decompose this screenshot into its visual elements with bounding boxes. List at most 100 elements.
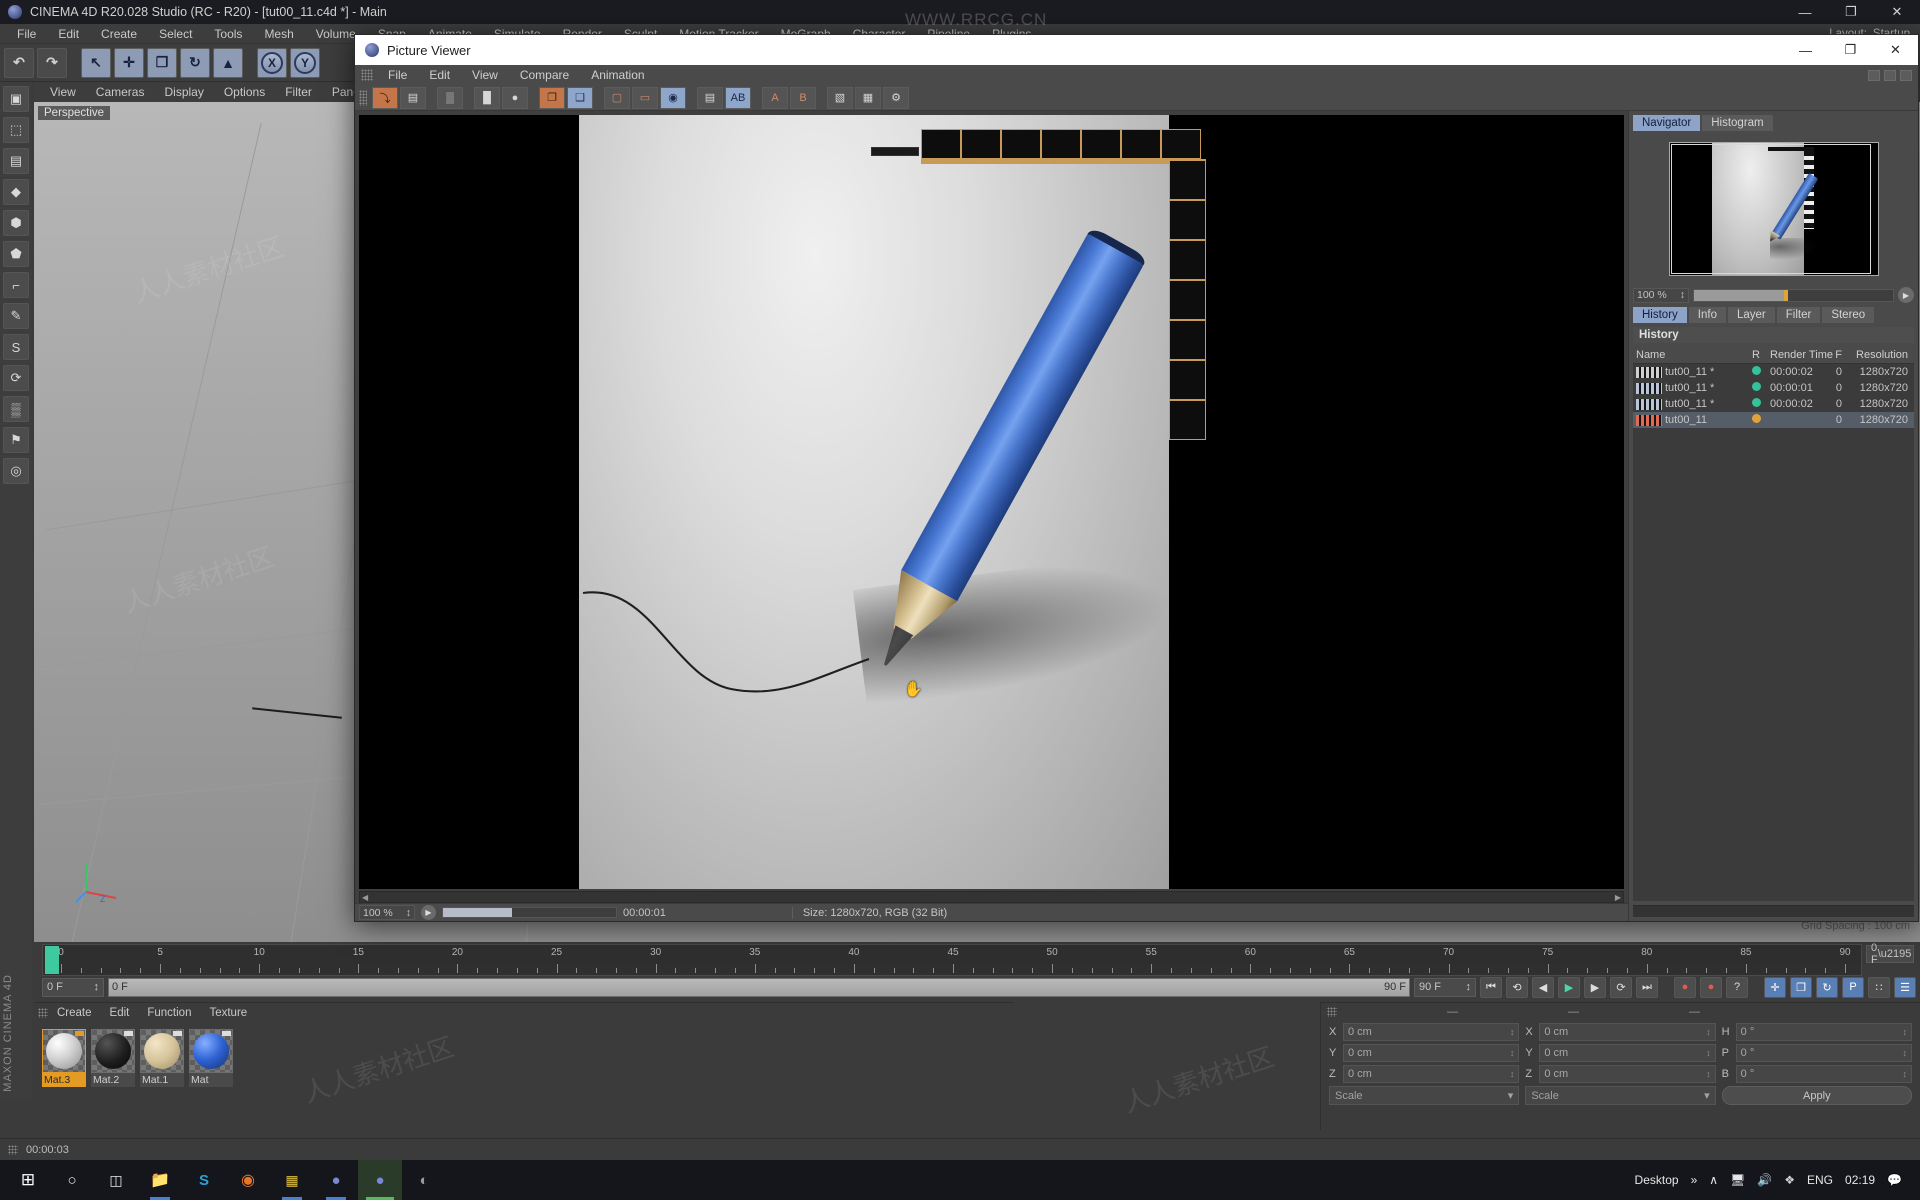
size-z-input[interactable]: 0 cm ↕ [1539, 1065, 1716, 1083]
rotation-p-input[interactable]: 0 ° ↕ [1735, 1044, 1912, 1062]
edge-mode-icon[interactable]: ⬢ [3, 210, 29, 236]
search-button[interactable]: ○ [50, 1160, 94, 1200]
minimize-button[interactable]: — [1782, 0, 1828, 24]
scale-key-button[interactable]: ❐ [1790, 976, 1812, 998]
timeline-current-frame-field[interactable]: 0 F \u2195 [1866, 942, 1914, 966]
skype-button[interactable]: S [182, 1160, 226, 1200]
pv-menu-compare[interactable]: Compare [509, 65, 580, 85]
navigator-preview-box[interactable] [1633, 135, 1914, 283]
task-view-button[interactable]: ◫ [94, 1160, 138, 1200]
autokeying-button[interactable]: ● [1700, 976, 1722, 998]
history-horizontal-scrollbar[interactable] [1633, 905, 1914, 917]
size-x-input[interactable]: 0 cm ↕ [1539, 1023, 1716, 1041]
channel-b-button[interactable]: B [790, 86, 816, 109]
viewport-solo-icon[interactable]: ⟳ [3, 365, 29, 391]
material-item[interactable]: Mat.1 [140, 1029, 184, 1087]
viewport-menu-filter[interactable]: Filter [275, 82, 322, 102]
point-mode-icon[interactable]: ◆ [3, 179, 29, 205]
rotation-h-input[interactable]: 0 ° ↕ [1735, 1023, 1912, 1041]
tab-histogram[interactable]: Histogram [1702, 115, 1773, 131]
grid-toggle-icon[interactable]: ▒ [3, 396, 29, 422]
ab-swap-button[interactable]: AB [725, 86, 751, 109]
tab-layer[interactable]: Layer [1727, 307, 1775, 323]
table-row[interactable]: tut00_11 * 00:00:02 0 1280x720 [1633, 396, 1914, 412]
texture-mode-icon[interactable]: ▤ [3, 148, 29, 174]
material-item[interactable]: Mat.2 [91, 1029, 135, 1087]
volume-icon[interactable]: 🔊 [1757, 1173, 1772, 1187]
network-icon[interactable]: 🖥 [1730, 1173, 1745, 1187]
lock-icon[interactable]: ⚑ [3, 427, 29, 453]
play-button[interactable]: ▶ [1558, 976, 1580, 998]
save-image-button[interactable]: ▤ [400, 86, 426, 109]
cinema4d-button[interactable]: ● [314, 1160, 358, 1200]
pv-menu-view[interactable]: View [461, 65, 509, 85]
parameter-key-button[interactable]: P [1842, 976, 1864, 998]
channel-a-button[interactable]: A [762, 86, 788, 109]
go-to-start-button[interactable]: ⏮ [1480, 976, 1502, 998]
dropbox-icon[interactable]: ❖ [1784, 1173, 1795, 1187]
menu-item-create[interactable]: Create [90, 24, 148, 44]
navigator-zoom-reset-button[interactable]: ▶ [1898, 287, 1914, 303]
position-x-input[interactable]: 0 cm ↕ [1343, 1023, 1520, 1041]
history-col-name[interactable]: Name [1633, 347, 1745, 363]
material-menu-edit[interactable]: Edit [101, 1007, 139, 1019]
material-item[interactable]: Mat.3 [42, 1029, 86, 1087]
position-scale-dropdown[interactable]: Scale ▾ [1329, 1086, 1520, 1105]
image-frame-button[interactable]: ▢ [604, 86, 630, 109]
render-view-button[interactable]: ❑ [567, 86, 593, 109]
go-to-end-button[interactable]: ⏭ [1636, 976, 1658, 998]
timeline-ruler[interactable]: 0 5 10 15 20 25 30 35 40 45 50 55 60 65 70 75 80 85 90 [42, 944, 1862, 976]
quantize-icon[interactable]: ◎ [3, 458, 29, 484]
grip-icon[interactable] [38, 1008, 48, 1018]
timeline-range-slider[interactable]: 0 F 90 F [108, 977, 1410, 997]
position-y-input[interactable]: 0 cm ↕ [1343, 1044, 1520, 1062]
grip-icon[interactable] [1327, 1007, 1337, 1017]
layer-button[interactable]: ▧ [827, 86, 853, 109]
viewport-menu-display[interactable]: Display [154, 82, 213, 102]
minimize-button[interactable]: — [1783, 35, 1828, 65]
chrome-button[interactable]: ◐ [402, 1160, 446, 1200]
table-row[interactable]: tut00_11 * 00:00:02 0 1280x720 [1633, 364, 1914, 380]
settings-button[interactable]: ⚙ [883, 86, 909, 109]
menu-item-edit[interactable]: Edit [47, 24, 90, 44]
color-picker-button[interactable]: ◉ [660, 86, 686, 109]
history-col-resolution[interactable]: Resolution [1845, 347, 1911, 363]
tab-info[interactable]: Info [1688, 307, 1726, 323]
stepper-icon[interactable]: ↕ [1680, 289, 1685, 301]
move-tool[interactable]: ✛ [114, 47, 144, 78]
live-selection-tool[interactable]: ↖ [81, 47, 111, 78]
y-axis-lock[interactable]: Y [290, 47, 320, 78]
history-col-f[interactable]: F [1827, 347, 1845, 363]
grip-icon[interactable] [359, 89, 367, 106]
menu-item-mesh[interactable]: Mesh [253, 24, 304, 44]
navigator-zoom-field[interactable]: 100 % ↕ [1633, 287, 1689, 303]
material-menu-create[interactable]: Create [48, 1007, 101, 1019]
menu-item-tools[interactable]: Tools [203, 24, 253, 44]
size-y-input[interactable]: 0 cm ↕ [1539, 1044, 1716, 1062]
notifications-icon[interactable]: 💬 [1887, 1173, 1902, 1187]
sphere-preview-button[interactable]: ● [502, 86, 528, 109]
navigator-zoom-slider[interactable] [1693, 288, 1894, 302]
playback-play-button[interactable]: ▶ [421, 905, 436, 920]
clock-label[interactable]: 02:19 [1845, 1173, 1875, 1187]
rotate-tool[interactable]: ↻ [180, 47, 210, 78]
keyframe-selection-button[interactable]: ? [1726, 976, 1748, 998]
tab-history[interactable]: History [1633, 307, 1687, 323]
cursor-tool[interactable]: ▲ [213, 47, 243, 78]
maximize-button[interactable]: ❐ [1828, 0, 1874, 24]
table-row[interactable]: tut00_11 0 1280x720 [1633, 412, 1914, 428]
firefox-button[interactable]: ◉ [226, 1160, 270, 1200]
position-key-button[interactable]: ✛ [1764, 976, 1786, 998]
tab-stereo[interactable]: Stereo [1822, 307, 1875, 323]
histogram-button[interactable]: █ [474, 86, 500, 109]
tab-filter[interactable]: Filter [1776, 307, 1821, 323]
table-row[interactable]: tut00_11 * 00:00:01 0 1280x720 [1633, 380, 1914, 396]
rotation-b-input[interactable]: 0 ° ↕ [1735, 1065, 1912, 1083]
redo-button[interactable]: ↷ [37, 47, 67, 78]
filmstrip-button[interactable]: ▒ [437, 86, 463, 109]
tab-navigator[interactable]: Navigator [1633, 115, 1701, 131]
timeline-start-field[interactable]: 0 F ↕ [42, 977, 104, 997]
object-mode-icon[interactable]: ▣ [3, 86, 29, 112]
scale-tool[interactable]: ❐ [147, 47, 177, 78]
history-col-render-time[interactable]: Render Time [1767, 347, 1833, 363]
